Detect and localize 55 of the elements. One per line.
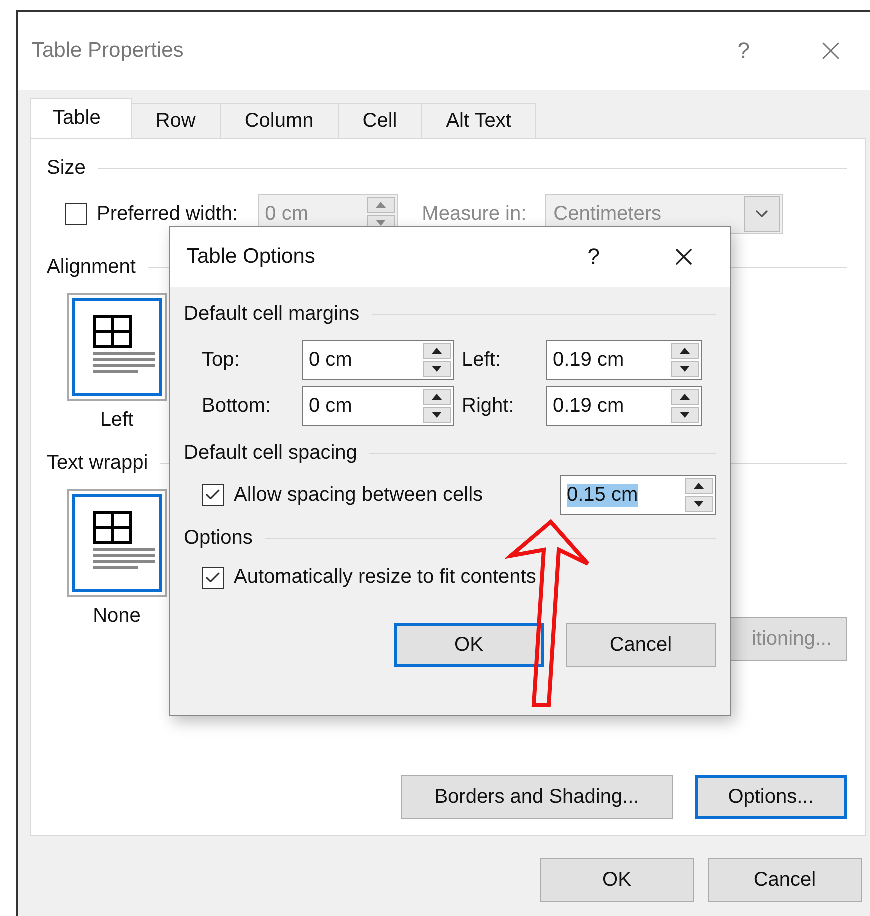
spin-buttons[interactable] [423, 389, 451, 423]
down-arrow-icon [680, 366, 690, 372]
table-layout-icon [93, 315, 155, 373]
up-arrow-icon [694, 483, 704, 489]
checkbox-label: Preferred width: [97, 202, 238, 226]
help-button[interactable]: ? [588, 244, 600, 270]
margin-field[interactable]: 0 cm [302, 386, 454, 426]
dialog-button[interactable]: OK [394, 623, 544, 667]
dialog-button[interactable]: Cancel [566, 623, 716, 667]
spacing-field[interactable]: 0.15 cm [560, 475, 716, 515]
table-layout-icon [93, 511, 155, 569]
margin-field[interactable]: 0.19 cm [546, 386, 702, 426]
spin-buttons[interactable] [685, 478, 713, 512]
spin-buttons[interactable] [671, 389, 699, 423]
down-arrow-icon [694, 501, 704, 507]
checkbox[interactable] [202, 484, 224, 506]
tab[interactable]: Table [30, 98, 132, 138]
help-button[interactable]: ? [738, 38, 750, 64]
tab[interactable]: Alt Text [421, 103, 536, 138]
checkbox-label: Automatically resize to fit contents [234, 566, 536, 589]
section-heading: Text wrappi [47, 452, 148, 475]
margin-field[interactable]: 0.19 cm [546, 340, 702, 380]
field-label: Top: [202, 348, 241, 372]
layout-option[interactable] [67, 293, 167, 401]
down-arrow-icon [680, 412, 690, 418]
up-arrow-icon [680, 348, 690, 354]
margin-field[interactable]: 0 cm [302, 340, 454, 380]
section-heading: Options [184, 527, 253, 550]
dialog-button[interactable]: OK [540, 858, 694, 902]
section-heading: Default cell margins [184, 303, 360, 326]
dialog-title: Table Options [187, 245, 316, 269]
option-label: Left [100, 409, 134, 432]
checkbox[interactable] [202, 566, 224, 588]
up-arrow-icon [680, 394, 690, 400]
section-heading: Default cell spacing [184, 442, 358, 465]
dialog-button[interactable]: Cancel [708, 858, 862, 902]
section-heading: Alignment [47, 256, 136, 279]
option-label: None [93, 605, 141, 628]
up-arrow-icon [376, 202, 386, 208]
field-label: Left: [462, 348, 502, 372]
field-label: Right: [462, 394, 516, 418]
checkbox-label: Allow spacing between cells [234, 484, 484, 506]
section-heading: Size [47, 157, 86, 180]
panel-button[interactable]: Borders and Shading... [401, 775, 673, 819]
panel-button[interactable]: Options... [695, 775, 847, 819]
down-arrow-icon [432, 366, 442, 372]
down-arrow-icon [432, 412, 442, 418]
window-title: Table Properties [32, 39, 185, 63]
up-arrow-icon [432, 348, 442, 354]
spin-buttons[interactable] [671, 343, 699, 377]
layout-option[interactable] [67, 489, 167, 597]
spin-buttons[interactable] [423, 343, 451, 377]
field-label: Measure in: [422, 202, 527, 226]
up-arrow-icon [432, 394, 442, 400]
field-label: Bottom: [202, 394, 272, 418]
